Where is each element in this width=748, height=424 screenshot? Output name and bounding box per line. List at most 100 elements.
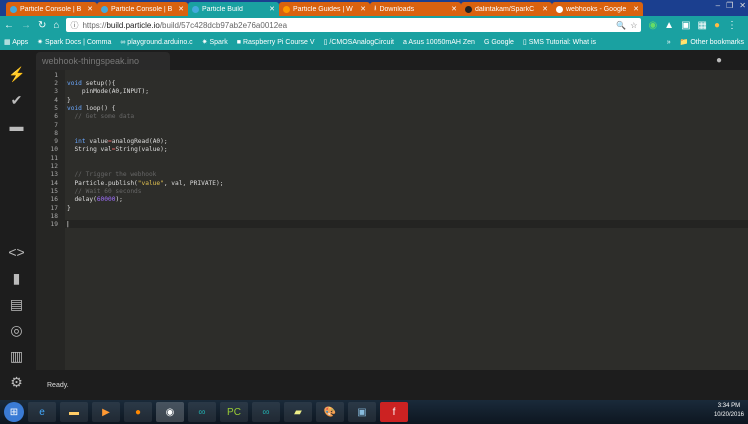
bookmark-spark[interactable]: ✷ Spark <box>202 38 228 46</box>
start-button[interactable]: ⊞ <box>4 402 24 422</box>
line-number: 3 <box>54 88 58 96</box>
home-button[interactable]: ⌂ <box>53 20 59 31</box>
line-number: 9 <box>54 138 58 146</box>
chrome-icon[interactable]: ◉ <box>156 402 184 422</box>
windows-taskbar: ⊞ e ▬ ▶ ● ◉ ∞ PC ∞ ▰ 🎨 ▣ f <box>0 400 748 424</box>
tab-github[interactable]: dalintakam/SparkC ✕ <box>461 2 552 16</box>
back-button[interactable]: ← <box>4 20 14 31</box>
close-window-button[interactable]: ✕ <box>739 1 746 10</box>
close-icon[interactable]: ✕ <box>542 5 548 13</box>
gear-icon[interactable]: ● <box>716 55 722 66</box>
zoom-icon[interactable]: 🔍 <box>616 21 626 30</box>
extension-icon[interactable]: ▣ <box>681 20 690 31</box>
tab-particle-console-1[interactable]: Particle Console | B ✕ <box>6 2 97 16</box>
close-icon[interactable]: ✕ <box>178 5 184 13</box>
line-number: 12 <box>50 163 58 170</box>
tab-particle-guides[interactable]: Particle Guides | W ✕ <box>279 2 370 16</box>
github-icon <box>465 5 472 13</box>
line-number: 16 <box>50 196 58 204</box>
particle-icon <box>101 5 108 13</box>
sticky-notes-icon[interactable]: ▰ <box>284 402 312 422</box>
bookmark-spark-docs[interactable]: ✷ Spark Docs | Comma <box>37 38 111 46</box>
other-bookmarks[interactable]: 📁 Other bookmarks <box>680 38 744 46</box>
restore-button[interactable]: ❐ <box>726 1 733 10</box>
star-icon[interactable]: ☆ <box>630 21 637 30</box>
arduino-icon[interactable]: ∞ <box>252 402 280 422</box>
extension-icon[interactable]: ● <box>714 20 720 31</box>
reload-button[interactable]: ↻ <box>38 20 46 31</box>
particle-icon <box>192 5 199 13</box>
close-icon[interactable]: ✕ <box>451 5 457 13</box>
docs-icon[interactable]: ▤ <box>8 296 25 313</box>
minimize-button[interactable]: – <box>716 1 720 10</box>
line-number: 19 <box>50 221 58 229</box>
drive-icon[interactable]: ▲ <box>664 20 674 31</box>
code-editor[interactable]: 1 2 3 4 5 6 7 8 9 10 11 12 13 14 15 16 17 18 19 void setup… <box>36 70 748 370</box>
settings-icon[interactable]: ⚙ <box>8 374 25 391</box>
close-icon[interactable]: ✕ <box>269 5 275 13</box>
line-number: 2 <box>54 80 58 87</box>
status-console: Ready. <box>36 370 748 400</box>
active-line <box>65 220 748 228</box>
text-cursor: | <box>66 220 70 228</box>
close-icon[interactable]: ✕ <box>633 5 639 13</box>
tab-particle-console-2[interactable]: Particle Console | B ✕ <box>97 2 188 16</box>
photo-viewer-icon[interactable]: ▣ <box>348 402 376 422</box>
bookmark-sms-tutorial[interactable]: ▯ SMS Tutorial: What is <box>523 38 596 46</box>
line-number: 15 <box>50 187 58 195</box>
ie-icon[interactable]: e <box>28 402 56 422</box>
close-icon[interactable]: ✕ <box>360 5 366 13</box>
url-input[interactable]: ⓘ https://build.particle.io/build/57c428d… <box>66 18 642 32</box>
devices-icon[interactable]: ◎ <box>8 322 25 339</box>
line-number: 13 <box>50 171 58 179</box>
firefox-icon[interactable]: ● <box>124 402 152 422</box>
tab-particle-build[interactable]: Particle Build ✕ <box>188 2 279 16</box>
media-player-icon[interactable]: ▶ <box>92 402 120 422</box>
bookmark-google[interactable]: G Google <box>484 39 514 46</box>
line-number: 7 <box>54 121 58 129</box>
clock-date[interactable]: 10/20/2016 <box>714 411 744 420</box>
arduino-icon[interactable]: ∞ <box>188 402 216 422</box>
tab-downloads[interactable]: ⭳ Downloads ✕ <box>370 2 461 16</box>
console-icon[interactable]: ▥ <box>8 348 25 365</box>
forward-button[interactable]: → <box>21 20 31 31</box>
line-gutter: 1 2 3 4 5 6 7 8 9 10 11 12 13 14 15 16 17 18 19 <box>36 70 65 370</box>
flash-icon[interactable]: ⚡ <box>8 66 25 83</box>
window-controls: – ❐ ✕ <box>716 1 746 10</box>
bookmarks-bar: ▦ Apps ✷ Spark Docs | Comma ∞ playground… <box>0 34 748 50</box>
browser-tab-strip: Particle Console | B ✕ Particle Console |… <box>0 0 748 16</box>
line-number: 6 <box>54 113 58 121</box>
google-icon <box>556 5 563 13</box>
pycharm-icon[interactable]: PC <box>220 402 248 422</box>
line-number: 1 <box>54 71 58 79</box>
line-number: 5 <box>54 104 58 112</box>
paint-icon[interactable]: 🎨 <box>316 402 344 422</box>
code-icon[interactable]: <> <box>8 244 25 261</box>
bookmarks-overflow[interactable]: » <box>667 39 671 46</box>
line-number: 10 <box>50 146 58 154</box>
verify-icon[interactable]: ✔ <box>8 92 25 109</box>
libraries-icon[interactable]: ▮ <box>8 270 25 287</box>
line-number: 4 <box>54 96 58 104</box>
bookmark-playground-arduino[interactable]: ∞ playground.arduino.c <box>120 39 192 46</box>
explorer-icon[interactable]: ▬ <box>60 402 88 422</box>
tab-webhooks-google[interactable]: webhooks - Google ✕ <box>552 2 643 16</box>
bookmark-raspberry-pi[interactable]: ■ Raspberry Pi Course V <box>237 39 315 46</box>
particle-icon <box>10 5 17 13</box>
close-icon[interactable]: ✕ <box>87 5 93 13</box>
bookmark-cmos[interactable]: ▯ /CMOSAnalogCircuit <box>324 38 394 46</box>
bookmark-asus[interactable]: a Asus 10050mAH Zen <box>403 39 475 46</box>
line-number: 14 <box>50 179 58 187</box>
download-icon: ⭳ <box>374 4 377 12</box>
apps-grid-icon[interactable]: ▦ <box>698 20 707 31</box>
clock-time[interactable]: 3:34 PM <box>714 402 744 411</box>
bookmark-apps[interactable]: ▦ Apps <box>4 38 28 46</box>
system-tray: 3:34 PM 10/20/2016 <box>714 402 744 420</box>
line-number: 11 <box>50 154 58 162</box>
menu-icon[interactable]: ⋮ <box>727 20 737 31</box>
extension-icon[interactable]: ◉ <box>648 20 657 31</box>
spark-icon <box>283 5 290 13</box>
folder-icon[interactable]: ▬ <box>8 118 25 135</box>
foxit-reader-icon[interactable]: f <box>380 402 408 422</box>
file-tab[interactable]: webhook-thingspeak.ino <box>36 52 170 70</box>
